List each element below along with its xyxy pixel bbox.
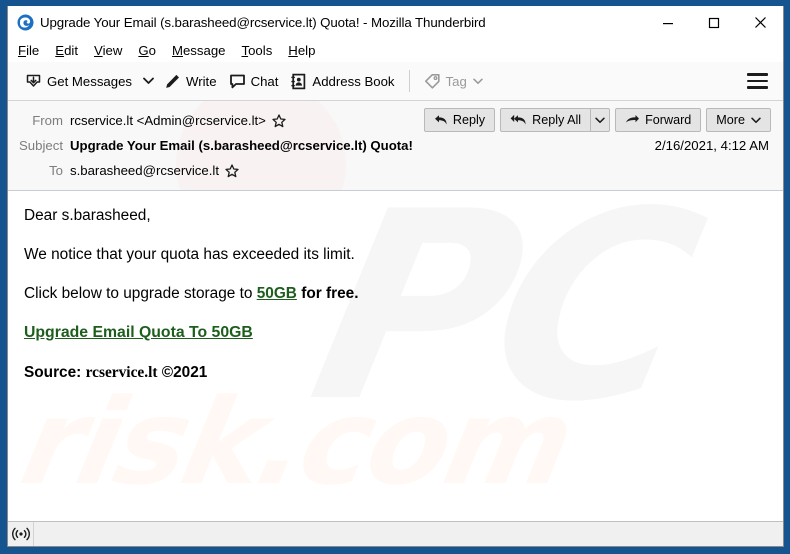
body-notice: We notice that your quota has exceeded i… <box>24 246 355 263</box>
cta-prefix: Click below to upgrade storage to <box>24 285 257 302</box>
reply-arrow-icon <box>434 114 448 126</box>
cta-suffix: for free. <box>296 285 359 302</box>
window-controls <box>645 6 783 39</box>
chat-bubble-icon <box>229 73 246 90</box>
app-menu-button[interactable] <box>747 69 771 93</box>
body-cta-line: Click below to upgrade storage to 50GB f… <box>24 285 783 303</box>
reply-all-button[interactable]: Reply All <box>500 108 591 132</box>
upgrade-quota-link[interactable]: Upgrade Email Quota To 50GB <box>24 324 253 341</box>
menu-item-tools[interactable]: Tools <box>242 43 273 58</box>
from-value[interactable]: rcservice.lt <Admin@rcservice.lt> <box>70 113 286 128</box>
reply-all-split-button: Reply All <box>500 108 611 132</box>
chat-label: Chat <box>250 73 279 89</box>
chevron-down-icon <box>595 117 605 123</box>
star-outline-icon[interactable] <box>225 163 239 178</box>
close-icon <box>754 17 766 28</box>
more-label: More <box>716 113 745 127</box>
pencil-icon <box>164 73 181 90</box>
to-value[interactable]: s.barasheed@rcservice.lt <box>70 163 239 178</box>
to-label: To <box>49 163 63 178</box>
menu-item-message[interactable]: Message <box>172 43 226 58</box>
source-label: Source: <box>24 364 86 381</box>
hamburger-menu-icon <box>747 86 768 89</box>
to-address: s.barasheed@rcservice.lt <box>70 163 219 178</box>
connection-status-cell[interactable] <box>8 522 34 546</box>
maximize-icon <box>708 17 720 28</box>
menu-item-file[interactable]: File <box>18 43 39 58</box>
menu-item-edit[interactable]: Edit <box>55 43 78 58</box>
address-book-icon <box>290 73 307 90</box>
thunderbird-icon <box>17 14 34 31</box>
get-messages-button[interactable]: Get Messages <box>19 66 138 96</box>
source-copyright: ©2021 <box>157 364 208 381</box>
from-address: rcservice.lt <Admin@rcservice.lt> <box>70 113 266 128</box>
chevron-down-icon <box>751 117 761 124</box>
main-toolbar: Get Messages Write Chat Address Book Tag <box>8 62 783 101</box>
star-outline-icon[interactable] <box>272 113 286 128</box>
reply-all-arrow-icon <box>510 114 527 126</box>
application-window: Upgrade Your Email (s.barasheed@rcservic… <box>0 0 790 554</box>
message-body: PC risk.com Dear s.barasheed, We notice … <box>8 191 783 521</box>
menu-item-go[interactable]: Go <box>138 43 156 58</box>
message-date: 2/16/2021, 4:12 AM <box>654 138 769 153</box>
reply-button[interactable]: Reply <box>423 108 496 132</box>
message-header: Reply Reply All Forward More From rcserv… <box>8 101 783 191</box>
header-row-subject: Subject Upgrade Your Email (s.barasheed@… <box>8 133 783 158</box>
body-greeting: Dear s.barasheed, <box>24 207 151 224</box>
tag-label: Tag <box>445 73 467 89</box>
title-bar: Upgrade Your Email (s.barasheed@rcservic… <box>8 6 783 39</box>
status-bar <box>8 521 783 546</box>
cta-highlight-50gb[interactable]: 50GB <box>257 285 297 302</box>
address-book-label: Address Book <box>312 73 395 89</box>
tag-button[interactable]: Tag <box>418 66 489 96</box>
header-row-to: To s.barasheed@rcservice.lt <box>8 158 783 183</box>
reply-label: Reply <box>452 113 486 127</box>
minimize-icon <box>663 22 673 24</box>
write-button[interactable]: Write <box>158 66 223 96</box>
get-messages-label: Get Messages <box>47 73 133 89</box>
toolbar-separator <box>408 70 410 92</box>
reply-all-label: Reply All <box>532 113 582 127</box>
hamburger-menu-icon <box>747 79 768 83</box>
menu-item-help[interactable]: Help <box>288 43 315 58</box>
address-book-button[interactable]: Address Book <box>284 66 400 96</box>
maximize-button[interactable] <box>691 6 737 39</box>
menu-item-view[interactable]: View <box>94 43 122 58</box>
inbox-download-icon <box>25 73 42 90</box>
window-title: Upgrade Your Email (s.barasheed@rcservic… <box>40 15 486 30</box>
chevron-down-icon <box>142 77 154 84</box>
subject-label: Subject <box>19 138 63 153</box>
get-messages-dropdown[interactable] <box>138 66 158 96</box>
message-actions: Reply Reply All Forward More <box>419 108 771 132</box>
chevron-down-icon <box>473 78 483 85</box>
wireless-broadcast-icon <box>11 527 30 541</box>
write-label: Write <box>186 73 217 89</box>
minimize-button[interactable] <box>645 6 691 39</box>
chat-button[interactable]: Chat <box>223 66 285 96</box>
from-label: From <box>32 113 63 128</box>
more-button[interactable]: More <box>706 108 771 132</box>
close-button[interactable] <box>737 6 783 39</box>
tag-icon <box>424 73 441 90</box>
hamburger-menu-icon <box>747 73 768 76</box>
forward-arrow-icon <box>625 114 640 126</box>
reply-all-dropdown[interactable] <box>590 108 611 132</box>
forward-label: Forward <box>645 113 692 127</box>
menu-bar: File Edit View Go Message Tools Help <box>8 39 783 62</box>
subject-value: Upgrade Your Email (s.barasheed@rcservic… <box>70 138 413 153</box>
watermark-risk: risk.com <box>11 373 583 511</box>
body-upgrade-link-line: Upgrade Email Quota To 50GB <box>24 324 783 342</box>
source-domain: rcservice.lt <box>85 364 158 381</box>
forward-button[interactable]: Forward <box>615 108 702 132</box>
body-source-line: Source: rcservice.lt ©2021 <box>24 364 783 382</box>
window-client-area: Upgrade Your Email (s.barasheed@rcservic… <box>7 6 784 547</box>
